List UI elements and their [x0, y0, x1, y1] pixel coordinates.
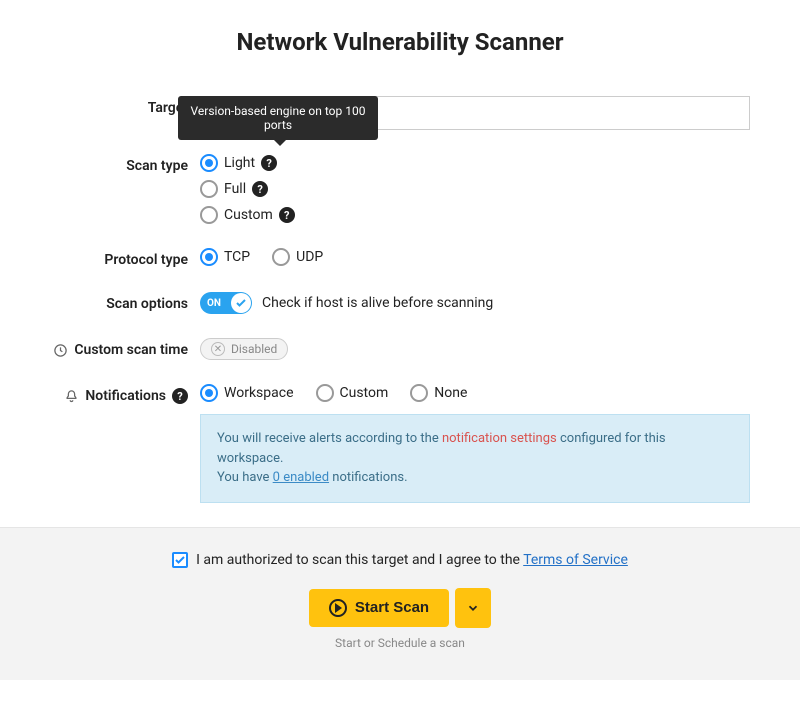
check-icon [235, 297, 247, 309]
scan-type-tooltip: Version-based engine on top 100 ports [178, 96, 378, 140]
toggle-state: ON [207, 298, 221, 309]
schedule-dropdown-button[interactable] [455, 588, 491, 628]
scan-type-option-custom[interactable]: Custom ? [200, 206, 750, 224]
radio-label: TCP [224, 249, 250, 265]
scan-type-option-full[interactable]: Full ? [200, 180, 750, 198]
page-title: Network Vulnerability Scanner [0, 0, 800, 96]
info-text: You have [217, 470, 273, 485]
start-label: Start Scan [355, 599, 429, 616]
chevron-down-icon [466, 601, 480, 615]
help-icon[interactable]: ? [172, 388, 188, 404]
scan-type-option-light[interactable]: Light ? [200, 154, 750, 172]
consent-text: I am authorized to scan this target and … [196, 552, 523, 568]
radio-icon [200, 154, 218, 172]
custom-time-label: Custom scan time [74, 342, 188, 358]
protocol-option-udp[interactable]: UDP [272, 248, 323, 266]
help-icon[interactable]: ? [252, 181, 268, 197]
radio-label: Full [224, 181, 246, 197]
radio-label: Custom [224, 207, 273, 223]
radio-icon [200, 206, 218, 224]
custom-time-disabled-pill: ✕ Disabled [200, 338, 288, 360]
notify-option-workspace[interactable]: Workspace [200, 384, 294, 402]
radio-icon [200, 384, 218, 402]
toggle-knob [231, 293, 251, 313]
play-icon [329, 599, 347, 617]
radio-label: UDP [296, 249, 323, 265]
scan-type-label: Scan type [126, 158, 188, 174]
info-text: You will receive alerts according to the [217, 431, 442, 446]
radio-icon [316, 384, 334, 402]
pill-text: Disabled [231, 342, 277, 356]
radio-label: Light [224, 155, 255, 171]
close-icon: ✕ [211, 342, 225, 356]
protocol-option-tcp[interactable]: TCP [200, 248, 250, 266]
radio-icon [272, 248, 290, 266]
help-icon[interactable]: ? [261, 155, 277, 171]
alive-toggle[interactable]: ON [200, 292, 252, 314]
radio-icon [410, 384, 428, 402]
enabled-count-link[interactable]: 0 enabled [273, 470, 329, 485]
info-text: notifications. [329, 470, 407, 485]
check-icon [174, 554, 186, 566]
bell-icon [64, 389, 79, 404]
help-icon[interactable]: ? [279, 207, 295, 223]
scan-options-label: Scan options [106, 296, 188, 312]
notifications-info: You will receive alerts according to the… [200, 414, 750, 503]
toggle-label: Check if host is alive before scanning [262, 295, 493, 311]
radio-icon [200, 248, 218, 266]
clock-icon [53, 343, 68, 358]
radio-label: None [434, 385, 467, 401]
start-scan-button[interactable]: Start Scan [309, 589, 449, 627]
radio-label: Workspace [224, 385, 294, 401]
protocol-label: Protocol type [104, 252, 188, 268]
notifications-label: Notifications [85, 388, 166, 404]
notify-option-none[interactable]: None [410, 384, 467, 402]
consent-checkbox[interactable] [172, 552, 188, 568]
radio-icon [200, 180, 218, 198]
notify-option-custom[interactable]: Custom [316, 384, 389, 402]
tos-link[interactable]: Terms of Service [523, 552, 628, 568]
radio-label: Custom [340, 385, 389, 401]
notification-settings-link[interactable]: notification settings [442, 431, 557, 446]
footer-hint: Start or Schedule a scan [50, 636, 750, 650]
